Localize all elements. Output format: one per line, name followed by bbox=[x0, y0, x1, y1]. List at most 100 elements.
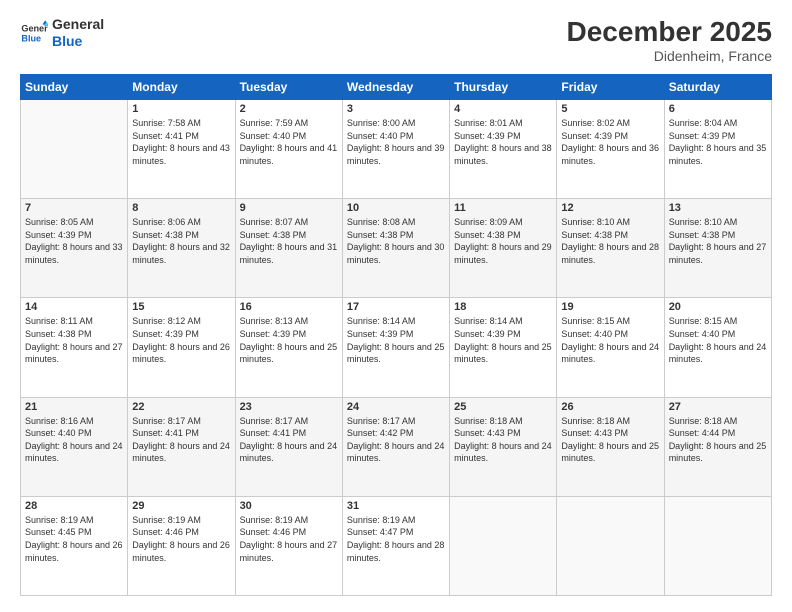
day-detail: Sunrise: 7:59 AM Sunset: 4:40 PM Dayligh… bbox=[240, 117, 338, 167]
day-number: 10 bbox=[347, 202, 445, 214]
day-detail: Sunrise: 8:17 AM Sunset: 4:41 PM Dayligh… bbox=[240, 415, 338, 465]
calendar-cell: 9 Sunrise: 8:07 AM Sunset: 4:38 PM Dayli… bbox=[235, 199, 342, 298]
day-number: 22 bbox=[132, 401, 230, 413]
day-detail: Sunrise: 8:17 AM Sunset: 4:41 PM Dayligh… bbox=[132, 415, 230, 465]
calendar-cell: 22 Sunrise: 8:17 AM Sunset: 4:41 PM Dayl… bbox=[128, 397, 235, 496]
title-block: December 2025 Didenheim, France bbox=[567, 16, 772, 64]
calendar-cell: 3 Sunrise: 8:00 AM Sunset: 4:40 PM Dayli… bbox=[342, 100, 449, 199]
day-detail: Sunrise: 8:00 AM Sunset: 4:40 PM Dayligh… bbox=[347, 117, 445, 167]
calendar-cell: 11 Sunrise: 8:09 AM Sunset: 4:38 PM Dayl… bbox=[450, 199, 557, 298]
day-detail: Sunrise: 8:05 AM Sunset: 4:39 PM Dayligh… bbox=[25, 216, 123, 266]
location: Didenheim, France bbox=[567, 48, 772, 64]
calendar-cell bbox=[21, 100, 128, 199]
day-number: 4 bbox=[454, 103, 552, 115]
day-number: 17 bbox=[347, 301, 445, 313]
calendar-cell: 12 Sunrise: 8:10 AM Sunset: 4:38 PM Dayl… bbox=[557, 199, 664, 298]
calendar-cell: 8 Sunrise: 8:06 AM Sunset: 4:38 PM Dayli… bbox=[128, 199, 235, 298]
col-friday: Friday bbox=[557, 75, 664, 100]
calendar-cell: 6 Sunrise: 8:04 AM Sunset: 4:39 PM Dayli… bbox=[664, 100, 771, 199]
calendar-cell: 20 Sunrise: 8:15 AM Sunset: 4:40 PM Dayl… bbox=[664, 298, 771, 397]
day-number: 24 bbox=[347, 401, 445, 413]
day-number: 7 bbox=[25, 202, 123, 214]
calendar-cell: 27 Sunrise: 8:18 AM Sunset: 4:44 PM Dayl… bbox=[664, 397, 771, 496]
logo-general: General bbox=[52, 16, 104, 33]
day-detail: Sunrise: 8:14 AM Sunset: 4:39 PM Dayligh… bbox=[347, 315, 445, 365]
day-detail: Sunrise: 8:19 AM Sunset: 4:45 PM Dayligh… bbox=[25, 514, 123, 564]
calendar-cell: 26 Sunrise: 8:18 AM Sunset: 4:43 PM Dayl… bbox=[557, 397, 664, 496]
day-number: 14 bbox=[25, 301, 123, 313]
day-number: 3 bbox=[347, 103, 445, 115]
calendar-cell: 24 Sunrise: 8:17 AM Sunset: 4:42 PM Dayl… bbox=[342, 397, 449, 496]
calendar-cell: 19 Sunrise: 8:15 AM Sunset: 4:40 PM Dayl… bbox=[557, 298, 664, 397]
day-number: 8 bbox=[132, 202, 230, 214]
day-detail: Sunrise: 8:14 AM Sunset: 4:39 PM Dayligh… bbox=[454, 315, 552, 365]
calendar-cell: 31 Sunrise: 8:19 AM Sunset: 4:47 PM Dayl… bbox=[342, 496, 449, 595]
calendar-cell: 4 Sunrise: 8:01 AM Sunset: 4:39 PM Dayli… bbox=[450, 100, 557, 199]
calendar-cell: 28 Sunrise: 8:19 AM Sunset: 4:45 PM Dayl… bbox=[21, 496, 128, 595]
day-number: 25 bbox=[454, 401, 552, 413]
day-detail: Sunrise: 8:10 AM Sunset: 4:38 PM Dayligh… bbox=[669, 216, 767, 266]
page-header: General Blue General Blue December 2025 … bbox=[20, 16, 772, 64]
calendar-cell: 5 Sunrise: 8:02 AM Sunset: 4:39 PM Dayli… bbox=[557, 100, 664, 199]
day-number: 31 bbox=[347, 500, 445, 512]
day-detail: Sunrise: 8:19 AM Sunset: 4:46 PM Dayligh… bbox=[132, 514, 230, 564]
calendar-cell: 18 Sunrise: 8:14 AM Sunset: 4:39 PM Dayl… bbox=[450, 298, 557, 397]
calendar-cell bbox=[664, 496, 771, 595]
day-number: 26 bbox=[561, 401, 659, 413]
calendar-cell bbox=[450, 496, 557, 595]
logo: General Blue General Blue bbox=[20, 16, 104, 50]
calendar-cell: 15 Sunrise: 8:12 AM Sunset: 4:39 PM Dayl… bbox=[128, 298, 235, 397]
day-number: 16 bbox=[240, 301, 338, 313]
calendar-week-5: 28 Sunrise: 8:19 AM Sunset: 4:45 PM Dayl… bbox=[21, 496, 772, 595]
day-detail: Sunrise: 8:09 AM Sunset: 4:38 PM Dayligh… bbox=[454, 216, 552, 266]
day-number: 27 bbox=[669, 401, 767, 413]
logo-icon: General Blue bbox=[20, 19, 48, 47]
calendar-cell: 7 Sunrise: 8:05 AM Sunset: 4:39 PM Dayli… bbox=[21, 199, 128, 298]
calendar-cell: 29 Sunrise: 8:19 AM Sunset: 4:46 PM Dayl… bbox=[128, 496, 235, 595]
calendar-cell bbox=[557, 496, 664, 595]
day-number: 19 bbox=[561, 301, 659, 313]
calendar-cell: 10 Sunrise: 8:08 AM Sunset: 4:38 PM Dayl… bbox=[342, 199, 449, 298]
day-detail: Sunrise: 8:19 AM Sunset: 4:47 PM Dayligh… bbox=[347, 514, 445, 564]
day-detail: Sunrise: 8:07 AM Sunset: 4:38 PM Dayligh… bbox=[240, 216, 338, 266]
calendar-cell: 16 Sunrise: 8:13 AM Sunset: 4:39 PM Dayl… bbox=[235, 298, 342, 397]
day-number: 28 bbox=[25, 500, 123, 512]
calendar-page: General Blue General Blue December 2025 … bbox=[0, 0, 792, 612]
day-number: 15 bbox=[132, 301, 230, 313]
col-thursday: Thursday bbox=[450, 75, 557, 100]
calendar-cell: 17 Sunrise: 8:14 AM Sunset: 4:39 PM Dayl… bbox=[342, 298, 449, 397]
calendar-cell: 21 Sunrise: 8:16 AM Sunset: 4:40 PM Dayl… bbox=[21, 397, 128, 496]
day-number: 9 bbox=[240, 202, 338, 214]
day-detail: Sunrise: 8:16 AM Sunset: 4:40 PM Dayligh… bbox=[25, 415, 123, 465]
logo-blue: Blue bbox=[52, 33, 104, 50]
day-detail: Sunrise: 8:02 AM Sunset: 4:39 PM Dayligh… bbox=[561, 117, 659, 167]
day-detail: Sunrise: 8:12 AM Sunset: 4:39 PM Dayligh… bbox=[132, 315, 230, 365]
calendar-cell: 25 Sunrise: 8:18 AM Sunset: 4:43 PM Dayl… bbox=[450, 397, 557, 496]
day-detail: Sunrise: 7:58 AM Sunset: 4:41 PM Dayligh… bbox=[132, 117, 230, 167]
calendar-cell: 23 Sunrise: 8:17 AM Sunset: 4:41 PM Dayl… bbox=[235, 397, 342, 496]
day-number: 6 bbox=[669, 103, 767, 115]
day-detail: Sunrise: 8:06 AM Sunset: 4:38 PM Dayligh… bbox=[132, 216, 230, 266]
calendar-cell: 14 Sunrise: 8:11 AM Sunset: 4:38 PM Dayl… bbox=[21, 298, 128, 397]
calendar-cell: 1 Sunrise: 7:58 AM Sunset: 4:41 PM Dayli… bbox=[128, 100, 235, 199]
calendar-cell: 2 Sunrise: 7:59 AM Sunset: 4:40 PM Dayli… bbox=[235, 100, 342, 199]
day-number: 1 bbox=[132, 103, 230, 115]
day-number: 23 bbox=[240, 401, 338, 413]
calendar-table: Sunday Monday Tuesday Wednesday Thursday… bbox=[20, 74, 772, 596]
day-detail: Sunrise: 8:19 AM Sunset: 4:46 PM Dayligh… bbox=[240, 514, 338, 564]
day-detail: Sunrise: 8:13 AM Sunset: 4:39 PM Dayligh… bbox=[240, 315, 338, 365]
day-number: 11 bbox=[454, 202, 552, 214]
calendar-week-4: 21 Sunrise: 8:16 AM Sunset: 4:40 PM Dayl… bbox=[21, 397, 772, 496]
day-detail: Sunrise: 8:10 AM Sunset: 4:38 PM Dayligh… bbox=[561, 216, 659, 266]
calendar-week-1: 1 Sunrise: 7:58 AM Sunset: 4:41 PM Dayli… bbox=[21, 100, 772, 199]
day-number: 20 bbox=[669, 301, 767, 313]
day-detail: Sunrise: 8:18 AM Sunset: 4:44 PM Dayligh… bbox=[669, 415, 767, 465]
svg-text:General: General bbox=[21, 23, 48, 33]
col-tuesday: Tuesday bbox=[235, 75, 342, 100]
svg-text:Blue: Blue bbox=[21, 33, 41, 43]
day-detail: Sunrise: 8:15 AM Sunset: 4:40 PM Dayligh… bbox=[669, 315, 767, 365]
col-wednesday: Wednesday bbox=[342, 75, 449, 100]
day-number: 12 bbox=[561, 202, 659, 214]
day-detail: Sunrise: 8:18 AM Sunset: 4:43 PM Dayligh… bbox=[454, 415, 552, 465]
month-title: December 2025 bbox=[567, 16, 772, 48]
